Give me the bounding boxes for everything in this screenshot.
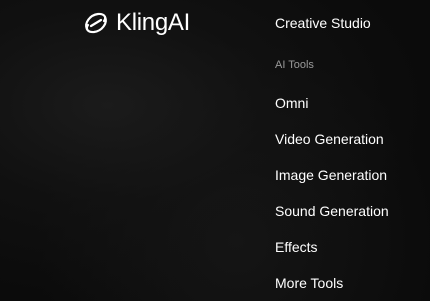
menu-item-omni[interactable]: Omni <box>275 94 308 112</box>
menu-item-sound-generation[interactable]: Sound Generation <box>275 202 389 220</box>
brand-name: KlingAI <box>116 9 190 36</box>
page: KlingAI Creative Studio AI Tools Omni Vi… <box>0 0 430 301</box>
menu-item-creative-studio[interactable]: Creative Studio <box>275 14 371 32</box>
kling-logo-icon <box>85 12 107 34</box>
menu-item-video-generation[interactable]: Video Generation <box>275 130 384 148</box>
menu-item-more-tools[interactable]: More Tools <box>275 274 343 292</box>
menu-item-effects[interactable]: Effects <box>275 238 318 256</box>
brand-logo[interactable]: KlingAI <box>82 8 190 38</box>
menu-item-image-generation[interactable]: Image Generation <box>275 166 387 184</box>
menu-section-label: AI Tools <box>275 59 314 71</box>
